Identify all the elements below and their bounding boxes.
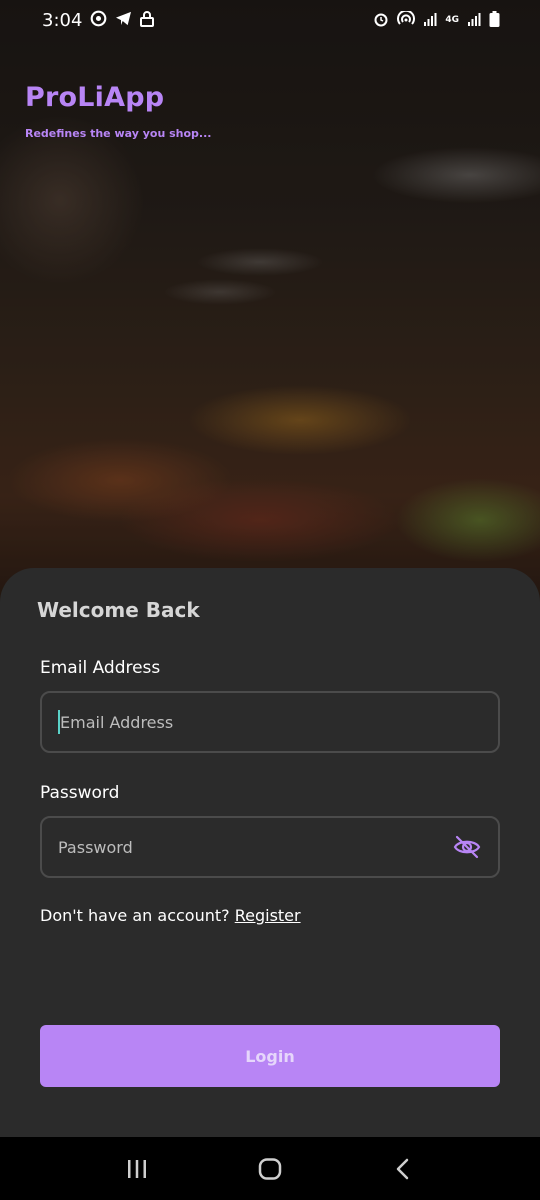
register-row: Don't have an account? Register: [40, 906, 301, 925]
alarm-icon: [373, 11, 389, 30]
email-label: Email Address: [40, 658, 161, 678]
welcome-heading: Welcome Back: [37, 598, 200, 622]
app-title: ProLiApp: [25, 82, 165, 113]
email-field[interactable]: [60, 712, 482, 732]
register-link[interactable]: Register: [235, 906, 301, 925]
eye-off-icon[interactable]: [452, 832, 482, 862]
signal-icon: [423, 12, 437, 29]
password-field[interactable]: [58, 837, 452, 857]
system-nav-bar: [0, 1137, 540, 1200]
lock-icon: [140, 10, 155, 30]
status-left: 3:04: [42, 9, 155, 31]
login-button[interactable]: Login: [40, 1025, 500, 1087]
status-bar: 3:04 4G: [0, 0, 540, 40]
password-field-container[interactable]: [40, 816, 500, 878]
password-label: Password: [40, 783, 120, 803]
email-field-container[interactable]: [40, 691, 500, 753]
telegram-icon: [115, 11, 132, 29]
recents-icon[interactable]: [107, 1149, 167, 1189]
register-prompt: Don't have an account?: [40, 906, 230, 925]
signal-icon: [467, 12, 481, 29]
status-time: 3:04: [42, 9, 83, 31]
hotspot-icon: [397, 9, 416, 30]
back-icon[interactable]: [373, 1149, 433, 1189]
network-4g-icon: 4G: [445, 14, 459, 25]
status-right: 4G: [373, 9, 500, 30]
login-sheet: Welcome Back Email Address Password Don'…: [0, 568, 540, 1137]
brand-header: ProLiApp Redefines the way you shop...: [25, 82, 211, 140]
whatsapp-icon: [90, 10, 107, 30]
app-tagline: Redefines the way you shop...: [25, 127, 212, 140]
battery-icon: [489, 10, 500, 30]
home-icon[interactable]: [240, 1149, 300, 1189]
